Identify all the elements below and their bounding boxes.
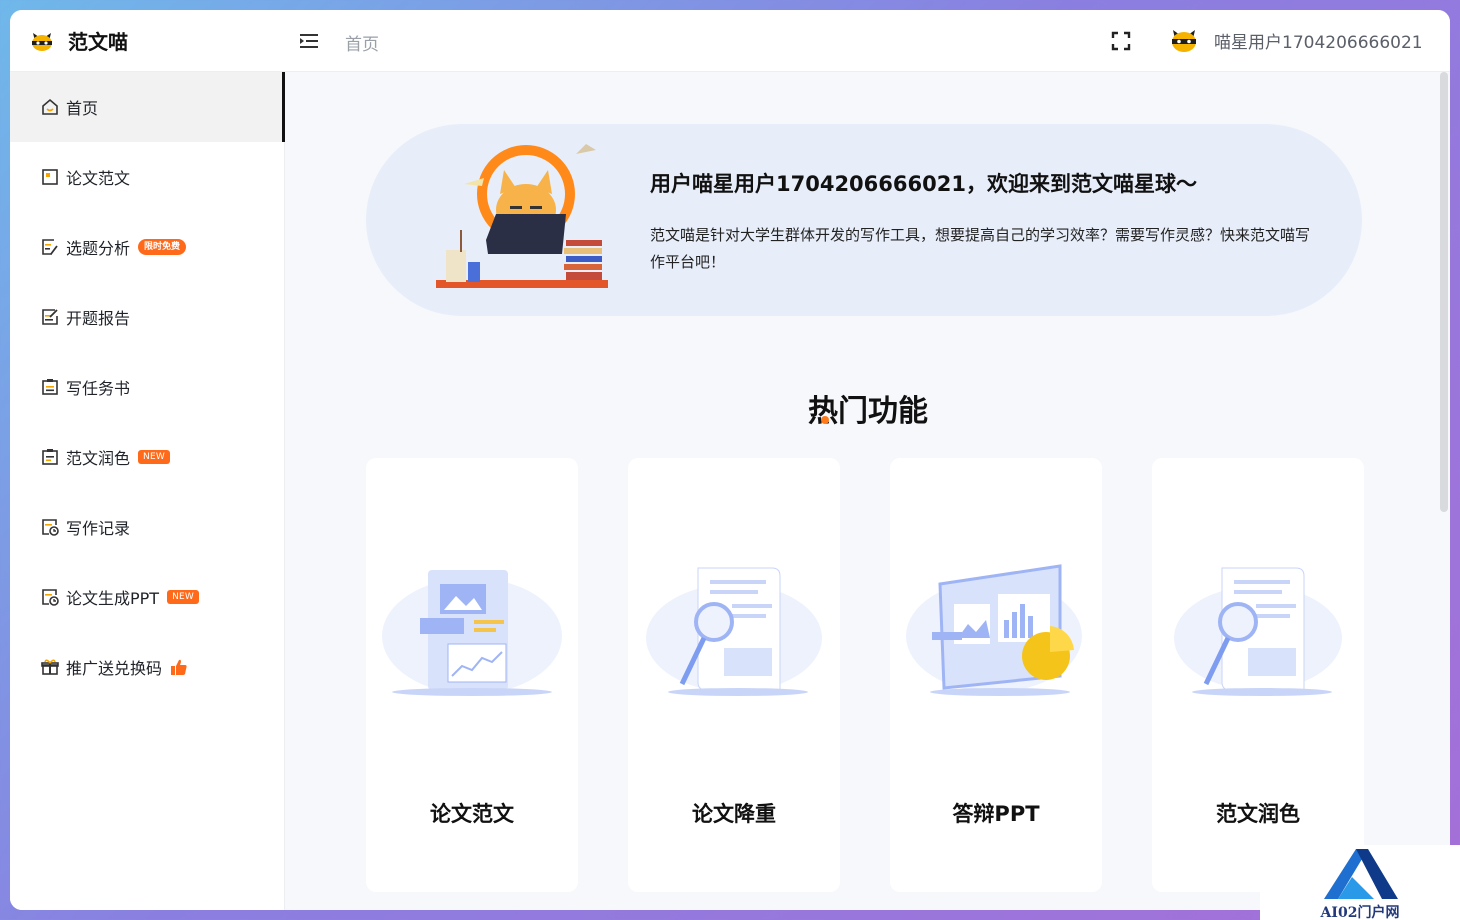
document-chart-illustration: [382, 570, 562, 696]
card-label: 答辩PPT: [952, 802, 1040, 826]
sidebar-item-label: 开题报告: [66, 309, 131, 328]
home-icon: [42, 98, 58, 115]
magnifier-document-illustration: [1174, 567, 1342, 696]
card-label: 范文润色: [1216, 802, 1300, 826]
watermark-logo-icon: [1324, 849, 1398, 899]
gift-icon: [41, 659, 59, 675]
sidebar-item-label: 选题分析: [66, 239, 131, 258]
top-header: 范文喵 首页 喵星用户1704206666021: [10, 10, 1450, 72]
collapse-menu-icon[interactable]: [298, 30, 320, 52]
cat-laptop-illustration: [436, 144, 608, 288]
card-label: 论文降重: [692, 802, 776, 826]
title-accent-dot: [821, 416, 829, 424]
thumbs-up-icon: [171, 659, 187, 675]
fullscreen-icon[interactable]: [1110, 30, 1132, 52]
card-polish[interactable]: 范文润色: [1152, 458, 1364, 892]
sidebar-item-paper[interactable]: 论文范文: [10, 142, 285, 212]
main-content: 用户喵星用户1704206666021，欢迎来到范文喵星球～ 范文喵是针对大学生…: [286, 72, 1450, 910]
report-icon: [42, 309, 58, 325]
sidebar-item-proposal[interactable]: 开题报告: [10, 282, 285, 352]
paper-icon: [42, 169, 58, 185]
sidebar-item-writing-history[interactable]: 写作记录: [10, 492, 285, 562]
card-label: 论文范文: [430, 802, 514, 826]
sidebar-item-label: 写任务书: [66, 379, 131, 398]
sidebar: 首页 论文范文 选题分析 限时免费 开题报告 写任务书 范文润色 NEW 写作记…: [10, 72, 285, 910]
welcome-description: 范文喵是针对大学生群体开发的写作工具，想要提高自己的学习效率？需要写作灵感？快来…: [650, 226, 1311, 271]
card-defense-ppt[interactable]: 答辩PPT: [890, 458, 1102, 892]
sidebar-item-task-book[interactable]: 写任务书: [10, 352, 285, 422]
sidebar-item-label: 首页: [66, 99, 99, 118]
welcome-banner: 用户喵星用户1704206666021，欢迎来到范文喵星球～ 范文喵是针对大学生…: [366, 124, 1362, 316]
sidebar-item-label: 写作记录: [66, 519, 131, 538]
new-badge: NEW: [167, 590, 199, 604]
cat-logo-icon: [32, 32, 52, 51]
app-window: 范文喵 首页 喵星用户1704206666021 首页 论文范文 选题分析 限时…: [10, 10, 1450, 910]
card-paper-rewrite[interactable]: 论文降重: [628, 458, 840, 892]
sidebar-item-paper-ppt[interactable]: 论文生成PPT NEW: [10, 562, 285, 632]
limited-free-badge: 限时免费: [138, 239, 187, 255]
user-menu[interactable]: 喵星用户1704206666021: [1170, 26, 1423, 54]
new-badge: NEW: [138, 450, 170, 464]
avatar: [1172, 30, 1196, 52]
watermark: AI02门户网: [1260, 845, 1460, 920]
sidebar-item-polish[interactable]: 范文润色 NEW: [10, 422, 285, 492]
task-icon: [42, 379, 58, 395]
sidebar-item-home[interactable]: 首页: [10, 72, 285, 142]
breadcrumb[interactable]: 首页: [345, 30, 379, 55]
presentation-chart-illustration: [906, 564, 1082, 696]
username: 喵星用户1704206666021: [1214, 32, 1423, 53]
history-icon: [42, 519, 59, 536]
magnifier-document-illustration: [646, 567, 822, 696]
card-paper-sample[interactable]: 论文范文: [366, 458, 578, 892]
edit-doc-icon: [42, 239, 58, 255]
app-logo[interactable]: 范文喵: [30, 26, 128, 55]
polish-icon: [42, 449, 58, 465]
sidebar-item-topic-analysis[interactable]: 选题分析 限时免费: [10, 212, 285, 282]
ppt-icon: [42, 589, 59, 606]
sidebar-item-label: 推广送兑换码: [66, 659, 163, 678]
sidebar-item-promotion[interactable]: 推广送兑换码: [10, 632, 285, 702]
watermark-text: AI02门户网: [1320, 905, 1400, 920]
sidebar-item-label: 范文润色: [66, 449, 131, 468]
hot-features-title: 热门功能: [808, 394, 928, 429]
sidebar-item-label: 论文生成PPT: [66, 589, 160, 608]
welcome-heading: 用户喵星用户1704206666021，欢迎来到范文喵星球～: [650, 172, 1197, 196]
scrollbar[interactable]: [1440, 72, 1448, 512]
sidebar-item-label: 论文范文: [66, 169, 131, 188]
app-name: 范文喵: [68, 30, 128, 54]
